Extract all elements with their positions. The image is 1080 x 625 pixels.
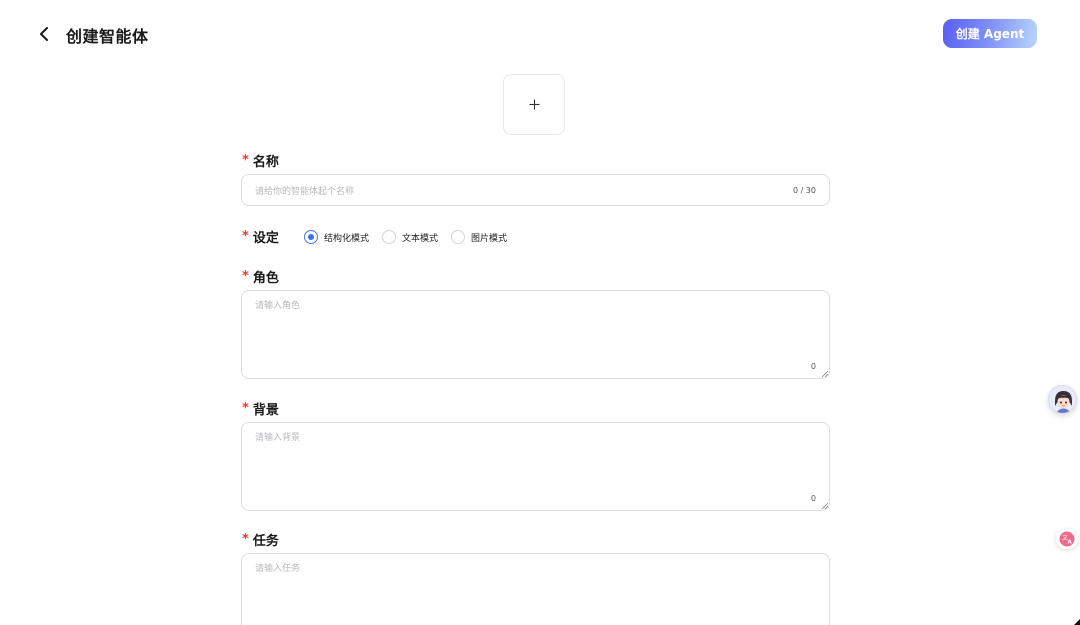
name-input[interactable]: 请给你的智能体起个名称 0 / 30 [241,174,830,206]
task-label-text: 任务 [252,534,279,549]
assistant-avatar-button[interactable] [1048,385,1077,414]
radio-image-mode[interactable]: 图片模式 [451,230,507,244]
required-mark: * [242,153,249,168]
background-textarea[interactable]: 请输入背景 0 [241,422,830,511]
setting-mode-radio-group: 结构化模式 文本模式 图片模式 [304,229,520,245]
radio-unchecked-icon [382,230,397,244]
role-label-text: 角色 [252,271,279,286]
page-title: 创建智能体 [66,27,149,46]
radio-checked-icon [304,230,318,244]
task-textarea[interactable]: 请输入任务 [241,553,830,625]
create-agent-button[interactable]: 创建 Agent [943,19,1037,48]
resize-handle-icon[interactable] [822,503,828,509]
resize-handle-icon[interactable] [822,371,828,377]
background-label: * 背景 [242,399,279,418]
name-label: * 名称 [242,151,279,170]
assistant-avatar-icon [1049,386,1076,413]
required-mark: * [242,269,249,284]
radio-label: 图片模式 [471,233,508,244]
role-char-counter: 0 [810,362,816,371]
avatar-upload-button[interactable] [503,74,565,135]
radio-label: 文本模式 [402,233,439,244]
translate-icon: 文 A [1059,531,1075,547]
background-label-text: 背景 [252,403,279,418]
setting-label-text: 设定 [252,231,279,246]
corner-resize-icon [1074,619,1080,625]
back-button[interactable] [34,24,54,44]
name-label-text: 名称 [252,155,279,170]
name-char-counter: 0 / 30 [792,185,816,195]
role-label: * 角色 [242,267,279,286]
background-char-counter: 0 [810,494,816,503]
translate-button[interactable]: 文 A [1056,529,1078,549]
task-label: * 任务 [242,530,279,549]
radio-unchecked-icon [451,230,466,244]
radio-label: 结构化模式 [324,233,370,244]
required-mark: * [242,532,249,547]
name-input-placeholder: 请给你的智能体起个名称 [255,186,355,197]
svg-text:A: A [1068,540,1073,546]
required-mark: * [242,401,249,416]
create-agent-page: 创建智能体 创建 Agent * 名称 请给你的智能体起个名称 0 / 30 *… [0,0,1080,625]
required-mark: * [242,229,249,244]
role-textarea-placeholder: 请输入角色 [255,301,301,311]
chevron-left-icon [40,27,48,41]
background-textarea-placeholder: 请输入背景 [255,433,301,443]
task-textarea-placeholder: 请输入任务 [255,564,301,574]
setting-label: * 设定 [242,227,279,246]
plus-icon [529,99,539,110]
radio-structured-mode[interactable]: 结构化模式 [304,230,369,244]
radio-text-mode[interactable]: 文本模式 [382,230,438,244]
role-textarea[interactable]: 请输入角色 0 [241,290,830,379]
